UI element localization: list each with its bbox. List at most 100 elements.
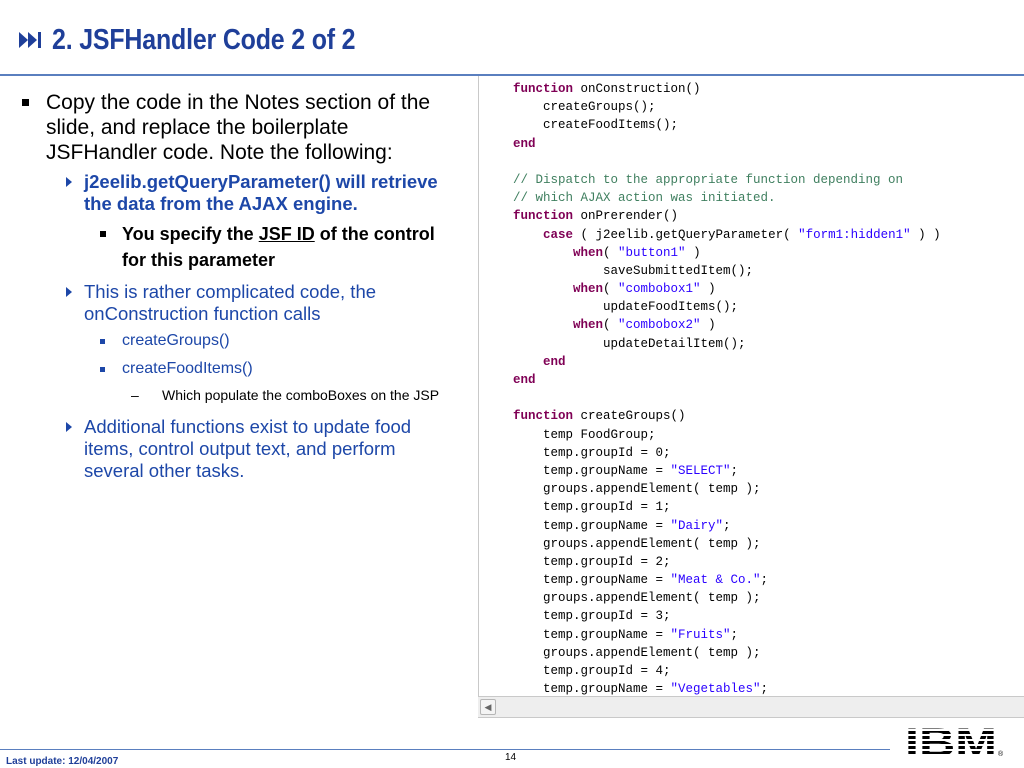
code-line: groups.appendElement( temp );	[513, 589, 941, 607]
square-bullet-icon	[100, 339, 105, 344]
bullet-create-groups-text: createGroups()	[122, 332, 230, 349]
code-token: groups.appendElement( temp );	[513, 482, 761, 497]
bullet-populate-comboboxes: – Which populate the comboBoxes on the J…	[18, 387, 458, 404]
code-token: temp FoodGroup;	[513, 427, 656, 442]
code-line: temp.groupName = "Fruits";	[513, 626, 941, 644]
code-line: function onPrerender()	[513, 207, 941, 225]
code-token: createFoodItems();	[513, 118, 679, 133]
code-line: temp.groupId = 0;	[513, 444, 941, 462]
bullet-create-food-items-text: createFoodItems()	[122, 360, 253, 377]
code-line: temp FoodGroup;	[513, 426, 941, 444]
code-token: temp.groupId = 2;	[513, 554, 671, 569]
code-token: (	[603, 318, 619, 333]
footer-divider	[0, 749, 890, 750]
bullet-create-groups: createGroups()	[18, 331, 458, 351]
square-bullet-icon	[100, 231, 106, 237]
code-line: end	[513, 353, 941, 371]
bullet-populate-text: Which populate the comboBoxes on the JSP	[162, 387, 440, 403]
code-editor-panel[interactable]: function onConstruction() createGroups()…	[478, 76, 1024, 716]
code-token: temp.groupId = 0;	[513, 445, 671, 460]
code-string: "button1"	[618, 245, 686, 260]
bullet-query-text: j2eelib.getQueryParameter() will retriev…	[84, 171, 438, 214]
code-keyword: end	[543, 354, 566, 369]
next-slide-icon	[18, 30, 44, 50]
code-token: groups.appendElement( temp );	[513, 536, 761, 551]
code-string: "SELECT"	[670, 463, 731, 478]
code-token: onPrerender()	[573, 209, 679, 224]
code-line: saveSubmittedItem();	[513, 262, 941, 280]
code-line: end	[513, 371, 941, 389]
code-line: when( "combobox2" )	[513, 316, 941, 334]
bullet-specify-jsf-id: You specify the JSF ID of the control fo…	[18, 221, 458, 273]
code-keyword: case	[543, 227, 574, 242]
horizontal-scrollbar[interactable]: ◀	[478, 696, 1024, 718]
code-line: // Dispatch to the appropriate function …	[513, 171, 941, 189]
code-line: end	[513, 135, 941, 153]
code-token: temp.groupId = 1;	[513, 500, 671, 515]
svg-text:®: ®	[998, 750, 1004, 758]
bullet-complicated-code: This is rather complicated code, the onC…	[18, 281, 458, 325]
code-token: temp.groupName =	[513, 463, 671, 478]
bullet-specify-pre: You specify the	[122, 224, 259, 244]
code-keyword: function	[513, 409, 574, 424]
code-token: saveSubmittedItem();	[513, 263, 754, 278]
code-line: temp.groupName = "SELECT";	[513, 462, 941, 480]
code-line: // which AJAX action was initiated.	[513, 189, 941, 207]
code-keyword: when	[573, 318, 604, 333]
code-token: temp.groupId = 4;	[513, 664, 671, 678]
bullet-intro-text: Copy the code in the Notes section of th…	[46, 91, 431, 164]
code-keyword: function	[513, 82, 574, 96]
code-line: temp.groupId = 4;	[513, 662, 941, 680]
bullet-additional-text: Additional functions exist to update foo…	[84, 416, 412, 481]
code-line: createGroups();	[513, 98, 941, 116]
bullet-create-food-items: createFoodItems()	[18, 359, 458, 379]
page-number: 14	[505, 752, 517, 763]
code-token: )	[700, 318, 716, 333]
code-string: "form1:hidden1"	[798, 227, 911, 242]
code-string: "Meat & Co."	[670, 573, 761, 588]
code-comment: // Dispatch to the appropriate function …	[513, 172, 904, 187]
code-keyword: when	[573, 245, 604, 260]
code-token: temp.groupName =	[513, 518, 671, 533]
code-token: ) )	[910, 227, 941, 242]
code-line: temp.groupId = 2;	[513, 553, 941, 571]
code-line: when( "combobox1" )	[513, 280, 941, 298]
square-bullet-icon	[22, 99, 29, 106]
code-token: onConstruction()	[573, 82, 701, 96]
code-token: temp.groupName =	[513, 627, 671, 642]
code-token: ;	[730, 627, 739, 642]
code-line: createFoodItems();	[513, 116, 941, 134]
code-token: groups.appendElement( temp );	[513, 645, 761, 660]
code-keyword: end	[513, 373, 536, 387]
code-string: "Fruits"	[670, 627, 731, 642]
ibm-logo: IBM ®	[905, 722, 1005, 765]
code-token: (	[603, 245, 619, 260]
triangle-bullet-icon	[66, 177, 72, 187]
code-line: groups.appendElement( temp );	[513, 535, 941, 553]
code-line: when( "button1" )	[513, 244, 941, 262]
code-token: ;	[760, 682, 769, 697]
triangle-bullet-icon	[66, 287, 72, 297]
code-line: function createGroups()	[513, 407, 941, 425]
code-line: function onConstruction()	[513, 80, 941, 98]
code-token: temp.groupName =	[513, 573, 671, 588]
code-keyword: function	[513, 209, 574, 224]
code-token: ;	[760, 573, 769, 588]
bullet-list: Copy the code in the Notes section of th…	[18, 90, 458, 488]
jsf-id-link[interactable]: JSF ID	[259, 224, 315, 244]
dash-bullet: –	[131, 387, 139, 403]
code-keyword: end	[513, 136, 536, 151]
bullet-query-parameter: j2eelib.getQueryParameter() will retriev…	[18, 171, 458, 215]
code-line: updateDetailItem();	[513, 335, 941, 353]
code-line: groups.appendElement( temp );	[513, 644, 941, 662]
scroll-left-icon[interactable]: ◀	[480, 699, 496, 715]
code-token: )	[700, 282, 716, 297]
code-line: temp.groupId = 3;	[513, 607, 941, 625]
code-string: "combobox2"	[618, 318, 701, 333]
code-token: createGroups();	[513, 100, 656, 115]
